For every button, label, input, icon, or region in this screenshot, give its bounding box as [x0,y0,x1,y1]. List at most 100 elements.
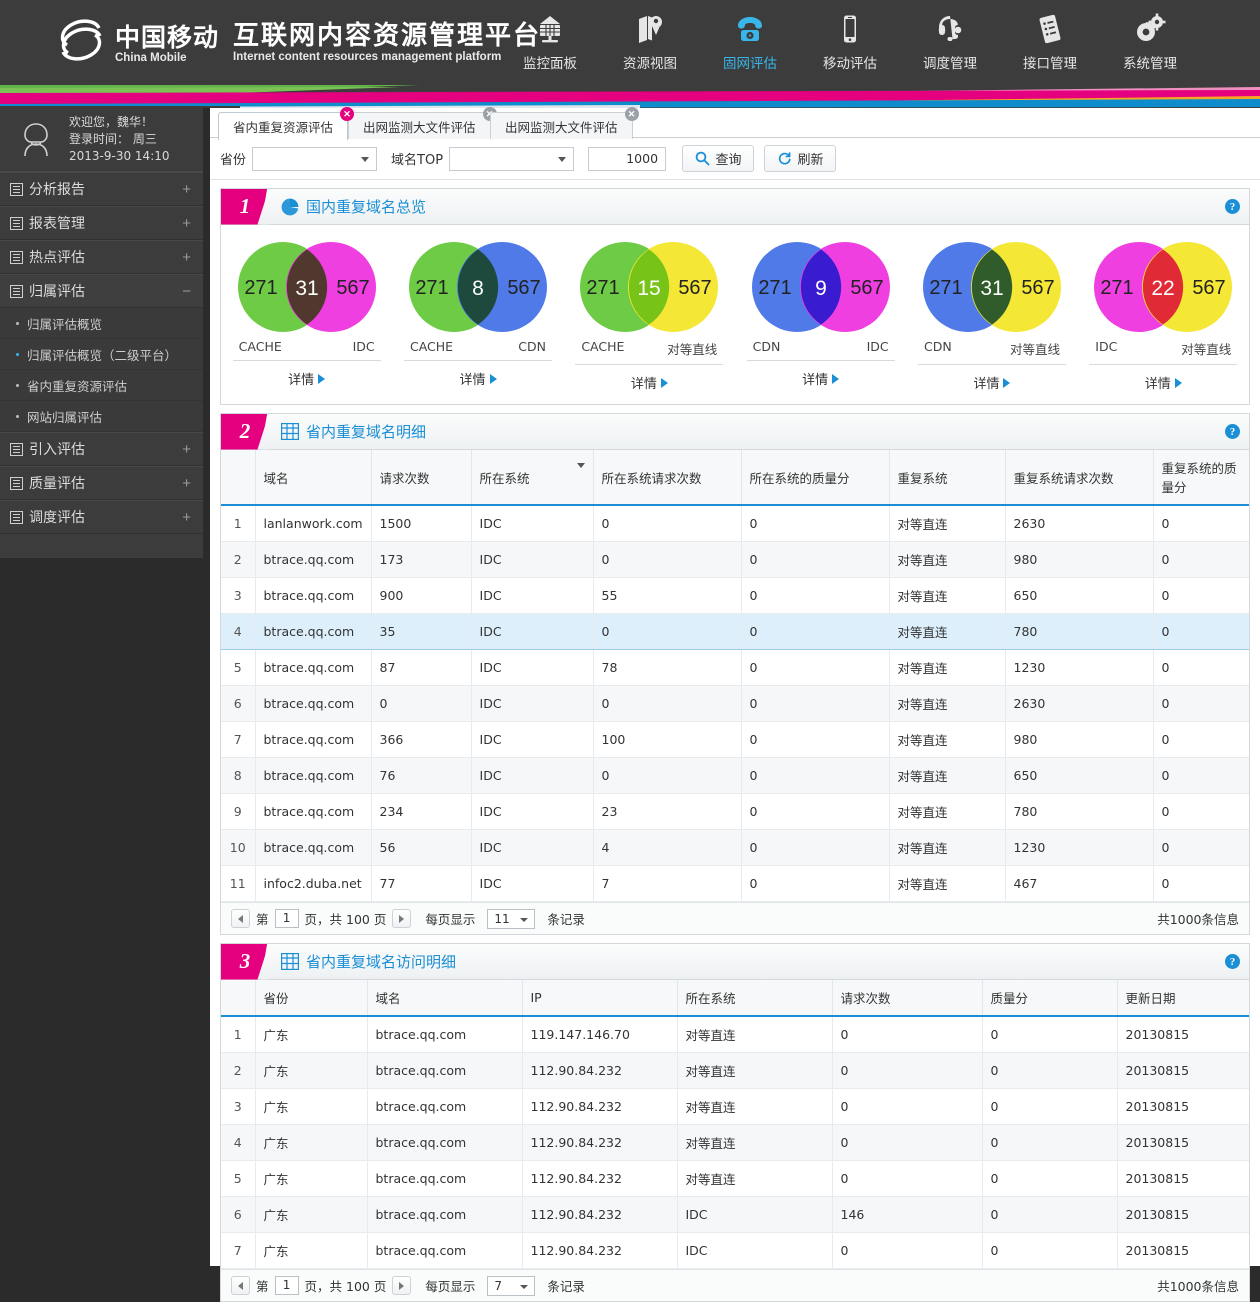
table-row[interactable]: 1 广东 btrace.qq.com 119.147.146.70 对等直连 0… [221,1016,1249,1053]
collapse-icon[interactable]: − [182,284,191,299]
query-button[interactable]: 查询 [682,145,755,172]
sidebar-item-website-attribution[interactable]: 网站归属评估 [0,401,203,432]
col-requests[interactable]: 请求次数 [832,980,983,1017]
cell-dup-requests: 780 [1005,613,1154,650]
col-system[interactable]: 所在系统 [471,450,594,506]
page-total-text: 页，共 100 页 [304,1279,387,1294]
help-icon[interactable]: ? [1225,199,1240,214]
detail-link[interactable]: 详情 [631,365,668,392]
nav-item-interface-management[interactable]: 接口管理 [1000,8,1100,72]
nav-item-fixed-network-evaluation[interactable]: 固网评估 [700,8,800,72]
expander-icon[interactable]: + [182,476,191,491]
table-row[interactable]: 2 btrace.qq.com 173 IDC 0 0 对等直连 980 0 [221,541,1249,578]
tab-province-duplicate-resource[interactable]: 省内重复资源评估 ✕ [218,107,355,140]
col-rownum [221,450,256,506]
nav-item-monitoring-panel[interactable]: 监控面板 [500,8,600,72]
next-page-button[interactable] [392,1276,412,1295]
table-row[interactable]: 1 lanlanwork.com 1500 IDC 0 0 对等直连 2630 … [221,505,1249,542]
close-icon[interactable]: ✕ [624,107,639,121]
table-row[interactable]: 5 btrace.qq.com 87 IDC 78 0 对等直连 1230 0 [221,649,1249,686]
table-row[interactable]: 4 btrace.qq.com 35 IDC 0 0 对等直连 780 0 [221,613,1249,650]
sidebar-group-hotspot-evaluation[interactable]: 热点评估 + [0,240,203,274]
cell-province: 广东 [255,1088,368,1125]
cell-requests: 900 [371,577,472,614]
sidebar-item-attribution-overview[interactable]: 归属评估概览 [0,308,203,339]
sidebar-item-attribution-overview-secondary[interactable]: 归属评估概览（二级平台） [0,339,203,370]
per-page-select[interactable]: 7 [487,1275,536,1296]
col-domain[interactable]: 域名 [367,980,523,1017]
detail-link[interactable]: 详情 [288,361,326,388]
col-system-quality[interactable]: 所在系统的质量分 [741,450,890,506]
table-row[interactable]: 6 btrace.qq.com 0 IDC 0 0 对等直连 2630 0 [221,685,1249,722]
detail-label: 详情 [802,373,829,388]
detail-link[interactable]: 详情 [973,365,1011,392]
top-count-input[interactable]: 1000 [588,146,667,171]
col-requests[interactable]: 请求次数 [371,450,472,506]
tab-outbound-large-file-1[interactable]: 出网监测大文件评估 ✕ [348,107,497,139]
expander-icon[interactable]: + [182,510,191,525]
nav-item-resource-view[interactable]: 资源视图 [600,8,700,72]
detail-link[interactable]: 详情 [1145,365,1182,392]
expander-icon[interactable]: + [182,216,191,231]
col-system-requests[interactable]: 所在系统请求次数 [593,450,742,506]
table-row[interactable]: 10 btrace.qq.com 56 IDC 4 0 对等直连 1230 0 [221,829,1249,866]
sidebar-group-dispatch-evaluation[interactable]: 调度评估 + [0,500,203,534]
expander-icon[interactable]: + [182,442,191,457]
sidebar-group-attribution-evaluation[interactable]: 归属评估 − [0,274,203,308]
table-row[interactable]: 7 btrace.qq.com 366 IDC 100 0 对等直连 980 0 [221,721,1249,758]
col-province[interactable]: 省份 [255,980,368,1017]
table-row[interactable]: 3 广东 btrace.qq.com 112.90.84.232 对等直连 0 … [221,1088,1249,1125]
col-domain[interactable]: 域名 [255,450,372,506]
province-select[interactable] [252,146,378,171]
per-page-select[interactable]: 11 [487,908,536,929]
table-row[interactable]: 5 广东 btrace.qq.com 112.90.84.232 对等直连 0 … [221,1160,1249,1197]
col-dup-system[interactable]: 重复系统 [889,450,1006,506]
cell-province: 广东 [255,1160,368,1197]
table-row[interactable]: 9 btrace.qq.com 234 IDC 23 0 对等直连 780 0 [221,793,1249,830]
col-dup-quality[interactable]: 重复系统的质量分 [1153,450,1249,506]
table-row[interactable]: 11 infoc2.duba.net 77 IDC 7 0 对等直连 467 0 [221,865,1249,902]
table-row[interactable]: 7 广东 btrace.qq.com 112.90.84.232 IDC 0 0… [221,1232,1249,1269]
next-page-button[interactable] [392,909,412,928]
domain-top-select[interactable] [449,146,575,171]
sidebar-item-province-duplicate-resource[interactable]: 省内重复资源评估 [0,370,203,401]
tab-outbound-large-file-2[interactable]: 出网监测大文件评估 ✕ [490,107,639,139]
col-ip[interactable]: IP [522,980,678,1017]
col-dup-requests[interactable]: 重复系统请求次数 [1005,450,1154,506]
help-icon[interactable]: ? [1225,954,1240,969]
help-icon[interactable]: ? [1225,424,1240,439]
prev-page-button[interactable] [231,909,250,928]
expander-icon[interactable]: + [182,250,191,265]
sidebar-group-quality-evaluation[interactable]: 质量评估 + [0,466,203,500]
nav-item-dispatch-management[interactable]: 调度管理 [900,8,1000,72]
table-row[interactable]: 4 广东 btrace.qq.com 112.90.84.232 对等直连 0 … [221,1124,1249,1161]
detail-link[interactable]: 详情 [459,361,497,388]
expander-icon[interactable]: + [182,182,191,197]
table-row[interactable]: 2 广东 btrace.qq.com 112.90.84.232 对等直连 0 … [221,1052,1249,1089]
col-system[interactable]: 所在系统 [677,980,833,1017]
table-row[interactable]: 8 btrace.qq.com 76 IDC 0 0 对等直连 650 0 [221,757,1249,794]
sidebar-group-analysis-report[interactable]: 分析报告 + [0,172,203,206]
cell-ip: 119.147.146.70 [522,1016,678,1053]
venn-labels: CACHE IDC [232,333,381,361]
arrow-right-icon [660,377,668,388]
nav-item-system-management[interactable]: 系统管理 [1100,8,1200,72]
table-row[interactable]: 6 广东 btrace.qq.com 112.90.84.232 IDC 146… [221,1196,1249,1233]
col-update-date[interactable]: 更新日期 [1117,980,1249,1017]
table-row[interactable]: 3 btrace.qq.com 900 IDC 55 0 对等直连 650 0 [221,577,1249,614]
nav-item-mobile-evaluation[interactable]: 移动评估 [800,8,900,72]
prev-page-button[interactable] [231,1276,250,1295]
sidebar-group-introduction-evaluation[interactable]: 引入评估 + [0,432,203,466]
venn-overlap-value: 31 [295,277,318,300]
row-number: 10 [221,829,256,866]
cell-system-requests: 23 [593,793,742,830]
detail-link[interactable]: 详情 [802,361,840,388]
close-icon[interactable]: ✕ [340,107,355,121]
cell-requests: 77 [371,865,472,902]
col-quality[interactable]: 质量分 [982,980,1118,1017]
sidebar-group-report-management[interactable]: 报表管理 + [0,206,203,240]
panel-domestic-duplicate-overview: 1 国内重复域名总览 ? 271 31 567 CACHE IDC 详情 271… [220,188,1250,405]
page-number-input[interactable]: 1 [274,1276,299,1295]
page-number-input[interactable]: 1 [274,909,299,928]
refresh-button[interactable]: 刷新 [764,145,837,172]
